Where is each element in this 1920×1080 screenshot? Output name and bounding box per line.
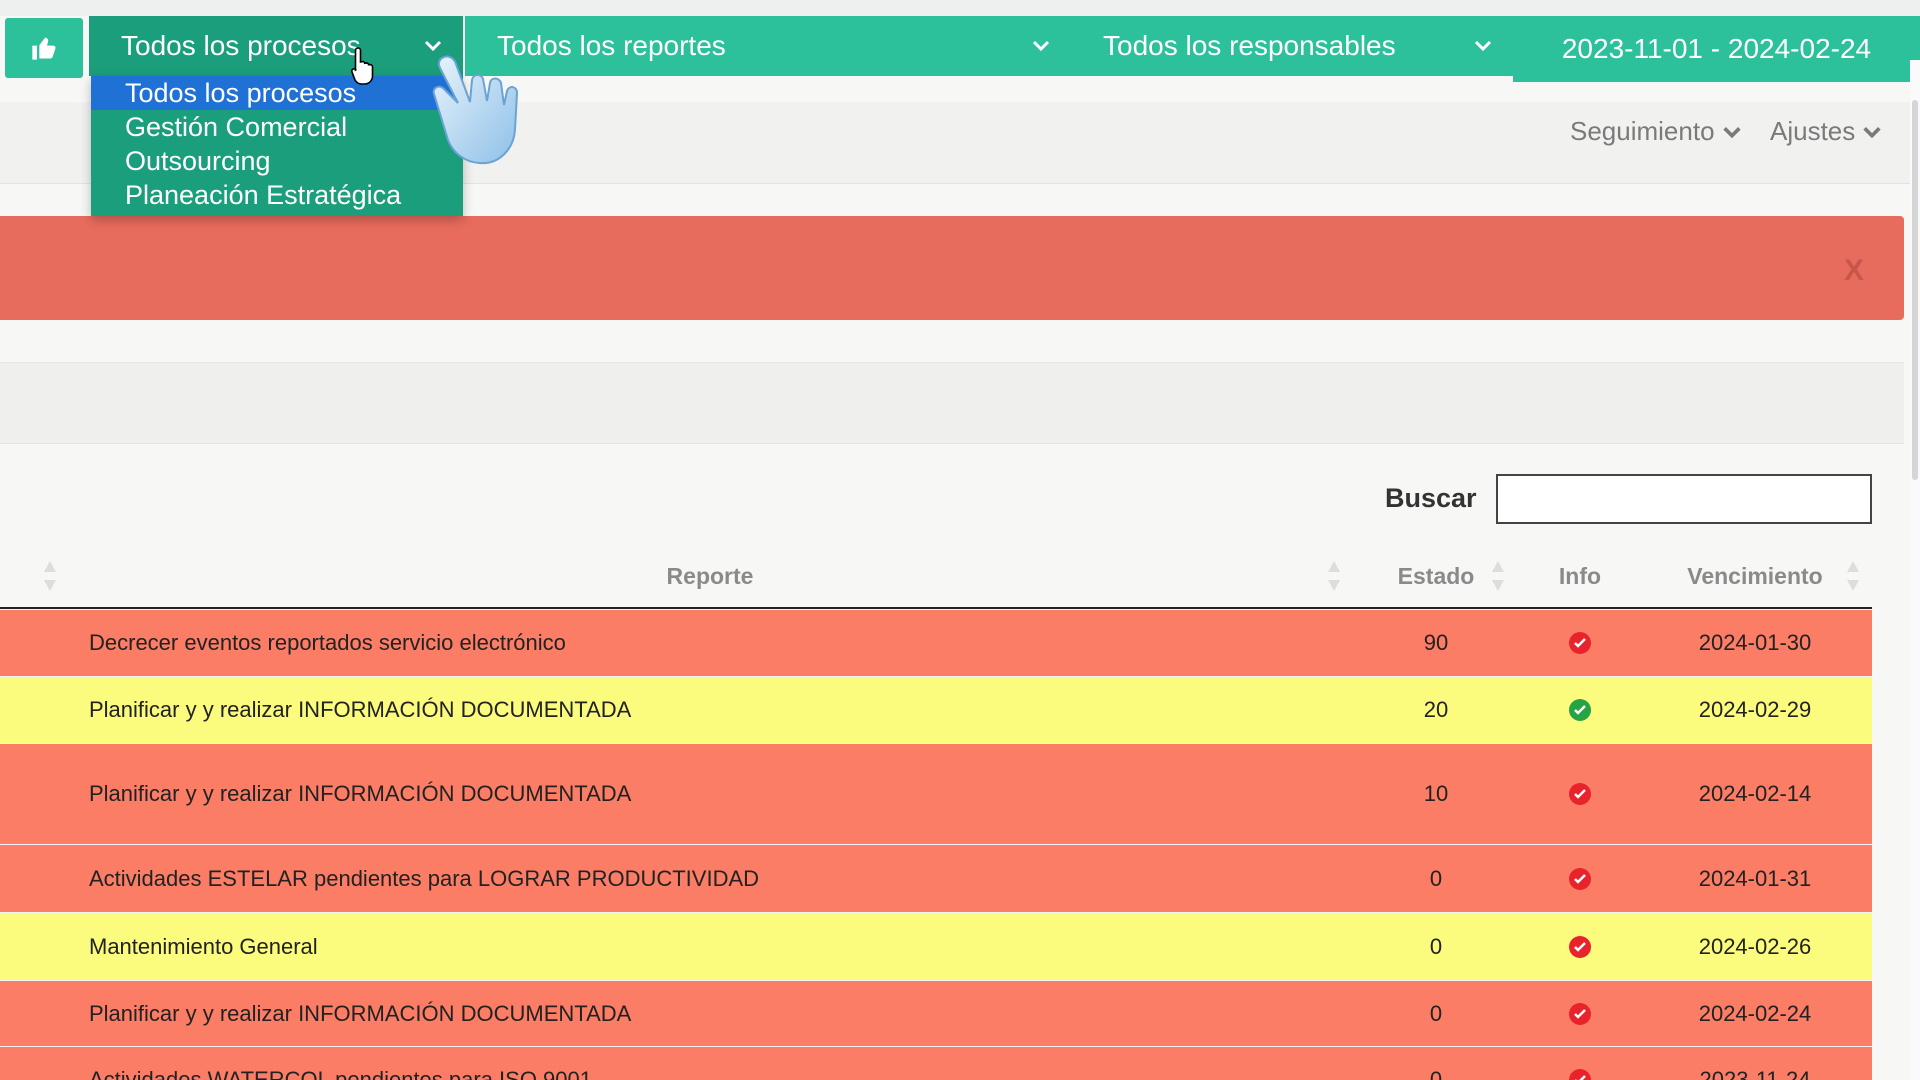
cell-estado: 0	[1429, 865, 1443, 891]
cell-info	[1530, 744, 1630, 844]
cell-estado: 10	[1423, 781, 1449, 806]
table-row[interactable]: Mantenimiento General 0 2024-02-26	[0, 913, 1872, 981]
status-green-icon	[1569, 699, 1591, 721]
cell-vencimiento: 2024-01-31	[1698, 865, 1812, 891]
table-header: Reporte Estado Info Vencimiento	[0, 545, 1872, 609]
process-dropdown-menu: Todos los procesos Gestión Comercial Out…	[91, 76, 463, 216]
table-row[interactable]: Planificar y y realizar INFORMACIÓN DOCU…	[0, 981, 1872, 1047]
mouse-pointer-icon	[350, 47, 374, 85]
seguimiento-menu[interactable]: Seguimiento	[1570, 116, 1743, 147]
alert-close-button[interactable]: X	[1844, 254, 1864, 288]
cell-info	[1530, 610, 1630, 676]
table-body: Decrecer eventos reportados servicio ele…	[0, 610, 1872, 1080]
alert-banner: X	[0, 216, 1904, 320]
sort-icon[interactable]	[1327, 559, 1341, 593]
header-reporte[interactable]: Reporte	[560, 545, 860, 607]
header-vencimiento[interactable]: Vencimiento	[1680, 545, 1830, 607]
cell-reporte: Decrecer eventos reportados servicio ele…	[89, 630, 566, 655]
sort-icon[interactable]	[1491, 559, 1505, 593]
cell-vencimiento: 2023-11-24	[1699, 1067, 1811, 1080]
process-filter-label: Todos los procesos	[121, 30, 361, 61]
cell-info	[1530, 1047, 1630, 1080]
report-filter-label: Todos los reportes	[497, 30, 726, 61]
cell-reporte: Actividades WATERCOL pendientes para ISO…	[89, 1067, 592, 1080]
dropdown-option-outsourcing[interactable]: Outsourcing	[91, 144, 463, 178]
responsible-filter-label: Todos los responsables	[1103, 30, 1396, 61]
cell-estado: 0	[1429, 1000, 1443, 1026]
cell-reporte: Actividades ESTELAR pendientes para LOGR…	[89, 865, 760, 891]
dropdown-option-gestion-comercial[interactable]: Gestión Comercial	[91, 110, 463, 144]
table-row[interactable]: Actividades ESTELAR pendientes para LOGR…	[0, 845, 1872, 913]
top-strip	[0, 0, 1920, 16]
chevron-down-icon	[1474, 40, 1492, 52]
cell-reporte: Planificar y y realizar INFORMACIÓN DOCU…	[89, 781, 632, 806]
cell-estado: 90	[1423, 630, 1449, 655]
thumbs-up-icon	[32, 37, 56, 60]
status-red-icon	[1569, 935, 1591, 958]
table-row[interactable]: Actividades WATERCOL pendientes para ISO…	[0, 1047, 1872, 1080]
cell-reporte: Planificar y y realizar INFORMACIÓN DOCU…	[89, 697, 632, 722]
cell-info	[1530, 913, 1630, 980]
dropdown-option-planeacion[interactable]: Planeación Estratégica	[91, 178, 463, 212]
cell-vencimiento: 2024-02-29	[1698, 697, 1812, 722]
thumbs-up-button[interactable]	[5, 18, 83, 78]
cell-vencimiento: 2024-02-24	[1698, 1000, 1812, 1026]
table-row[interactable]: Planificar y y realizar INFORMACIÓN DOCU…	[0, 744, 1872, 845]
date-range-picker[interactable]: 2023-11-01 - 2024-02-24	[1513, 16, 1920, 82]
cell-vencimiento: 2024-01-30	[1698, 630, 1812, 655]
search-input[interactable]	[1496, 474, 1872, 524]
panel-header	[0, 362, 1904, 444]
search-label: Buscar	[1385, 483, 1477, 513]
chevron-down-icon	[1863, 126, 1881, 138]
header-info: Info	[1558, 563, 1602, 589]
seguimiento-label: Seguimiento	[1570, 116, 1715, 146]
scrollbar-thumb[interactable]	[1912, 100, 1918, 480]
hand-pointer-icon	[432, 55, 519, 165]
cell-reporte: Mantenimiento General	[89, 933, 318, 959]
cell-info	[1530, 677, 1630, 743]
process-filter-select[interactable]: Todos los procesos	[89, 16, 463, 76]
cell-estado: 0	[1429, 1067, 1443, 1080]
report-filter-select[interactable]: Todos los reportes	[465, 16, 1071, 76]
status-red-icon	[1569, 1002, 1591, 1025]
cell-estado: 0	[1429, 933, 1443, 959]
cell-vencimiento: 2024-02-14	[1698, 781, 1812, 806]
cell-reporte: Planificar y y realizar INFORMACIÓN DOCU…	[89, 1000, 632, 1026]
ajustes-label: Ajustes	[1770, 116, 1856, 146]
cell-info	[1530, 845, 1630, 912]
cell-vencimiento: 2024-02-26	[1698, 933, 1812, 959]
sort-icon[interactable]	[1846, 559, 1860, 593]
filter-toolbar: Todos los procesos Todos los reportes To…	[0, 16, 1920, 82]
cell-estado: 20	[1423, 697, 1449, 722]
chevron-down-icon	[1722, 126, 1741, 138]
table-row[interactable]: Planificar y y realizar INFORMACIÓN DOCU…	[0, 677, 1872, 744]
responsible-filter-select[interactable]: Todos los responsables	[1071, 16, 1513, 76]
cell-info	[1530, 981, 1630, 1046]
table-row[interactable]: Decrecer eventos reportados servicio ele…	[0, 610, 1872, 677]
header-estado[interactable]: Estado	[1380, 545, 1492, 607]
status-red-icon	[1569, 632, 1591, 654]
date-range-label: 2023-11-01 - 2024-02-24	[1561, 33, 1872, 64]
status-red-icon	[1569, 783, 1591, 805]
chevron-down-icon	[1032, 40, 1050, 52]
status-red-icon	[1569, 867, 1591, 890]
ajustes-menu[interactable]: Ajustes	[1770, 116, 1883, 147]
status-red-icon	[1569, 1069, 1591, 1080]
dropdown-option-todos[interactable]: Todos los procesos	[91, 76, 463, 110]
sort-icon[interactable]	[43, 559, 57, 593]
